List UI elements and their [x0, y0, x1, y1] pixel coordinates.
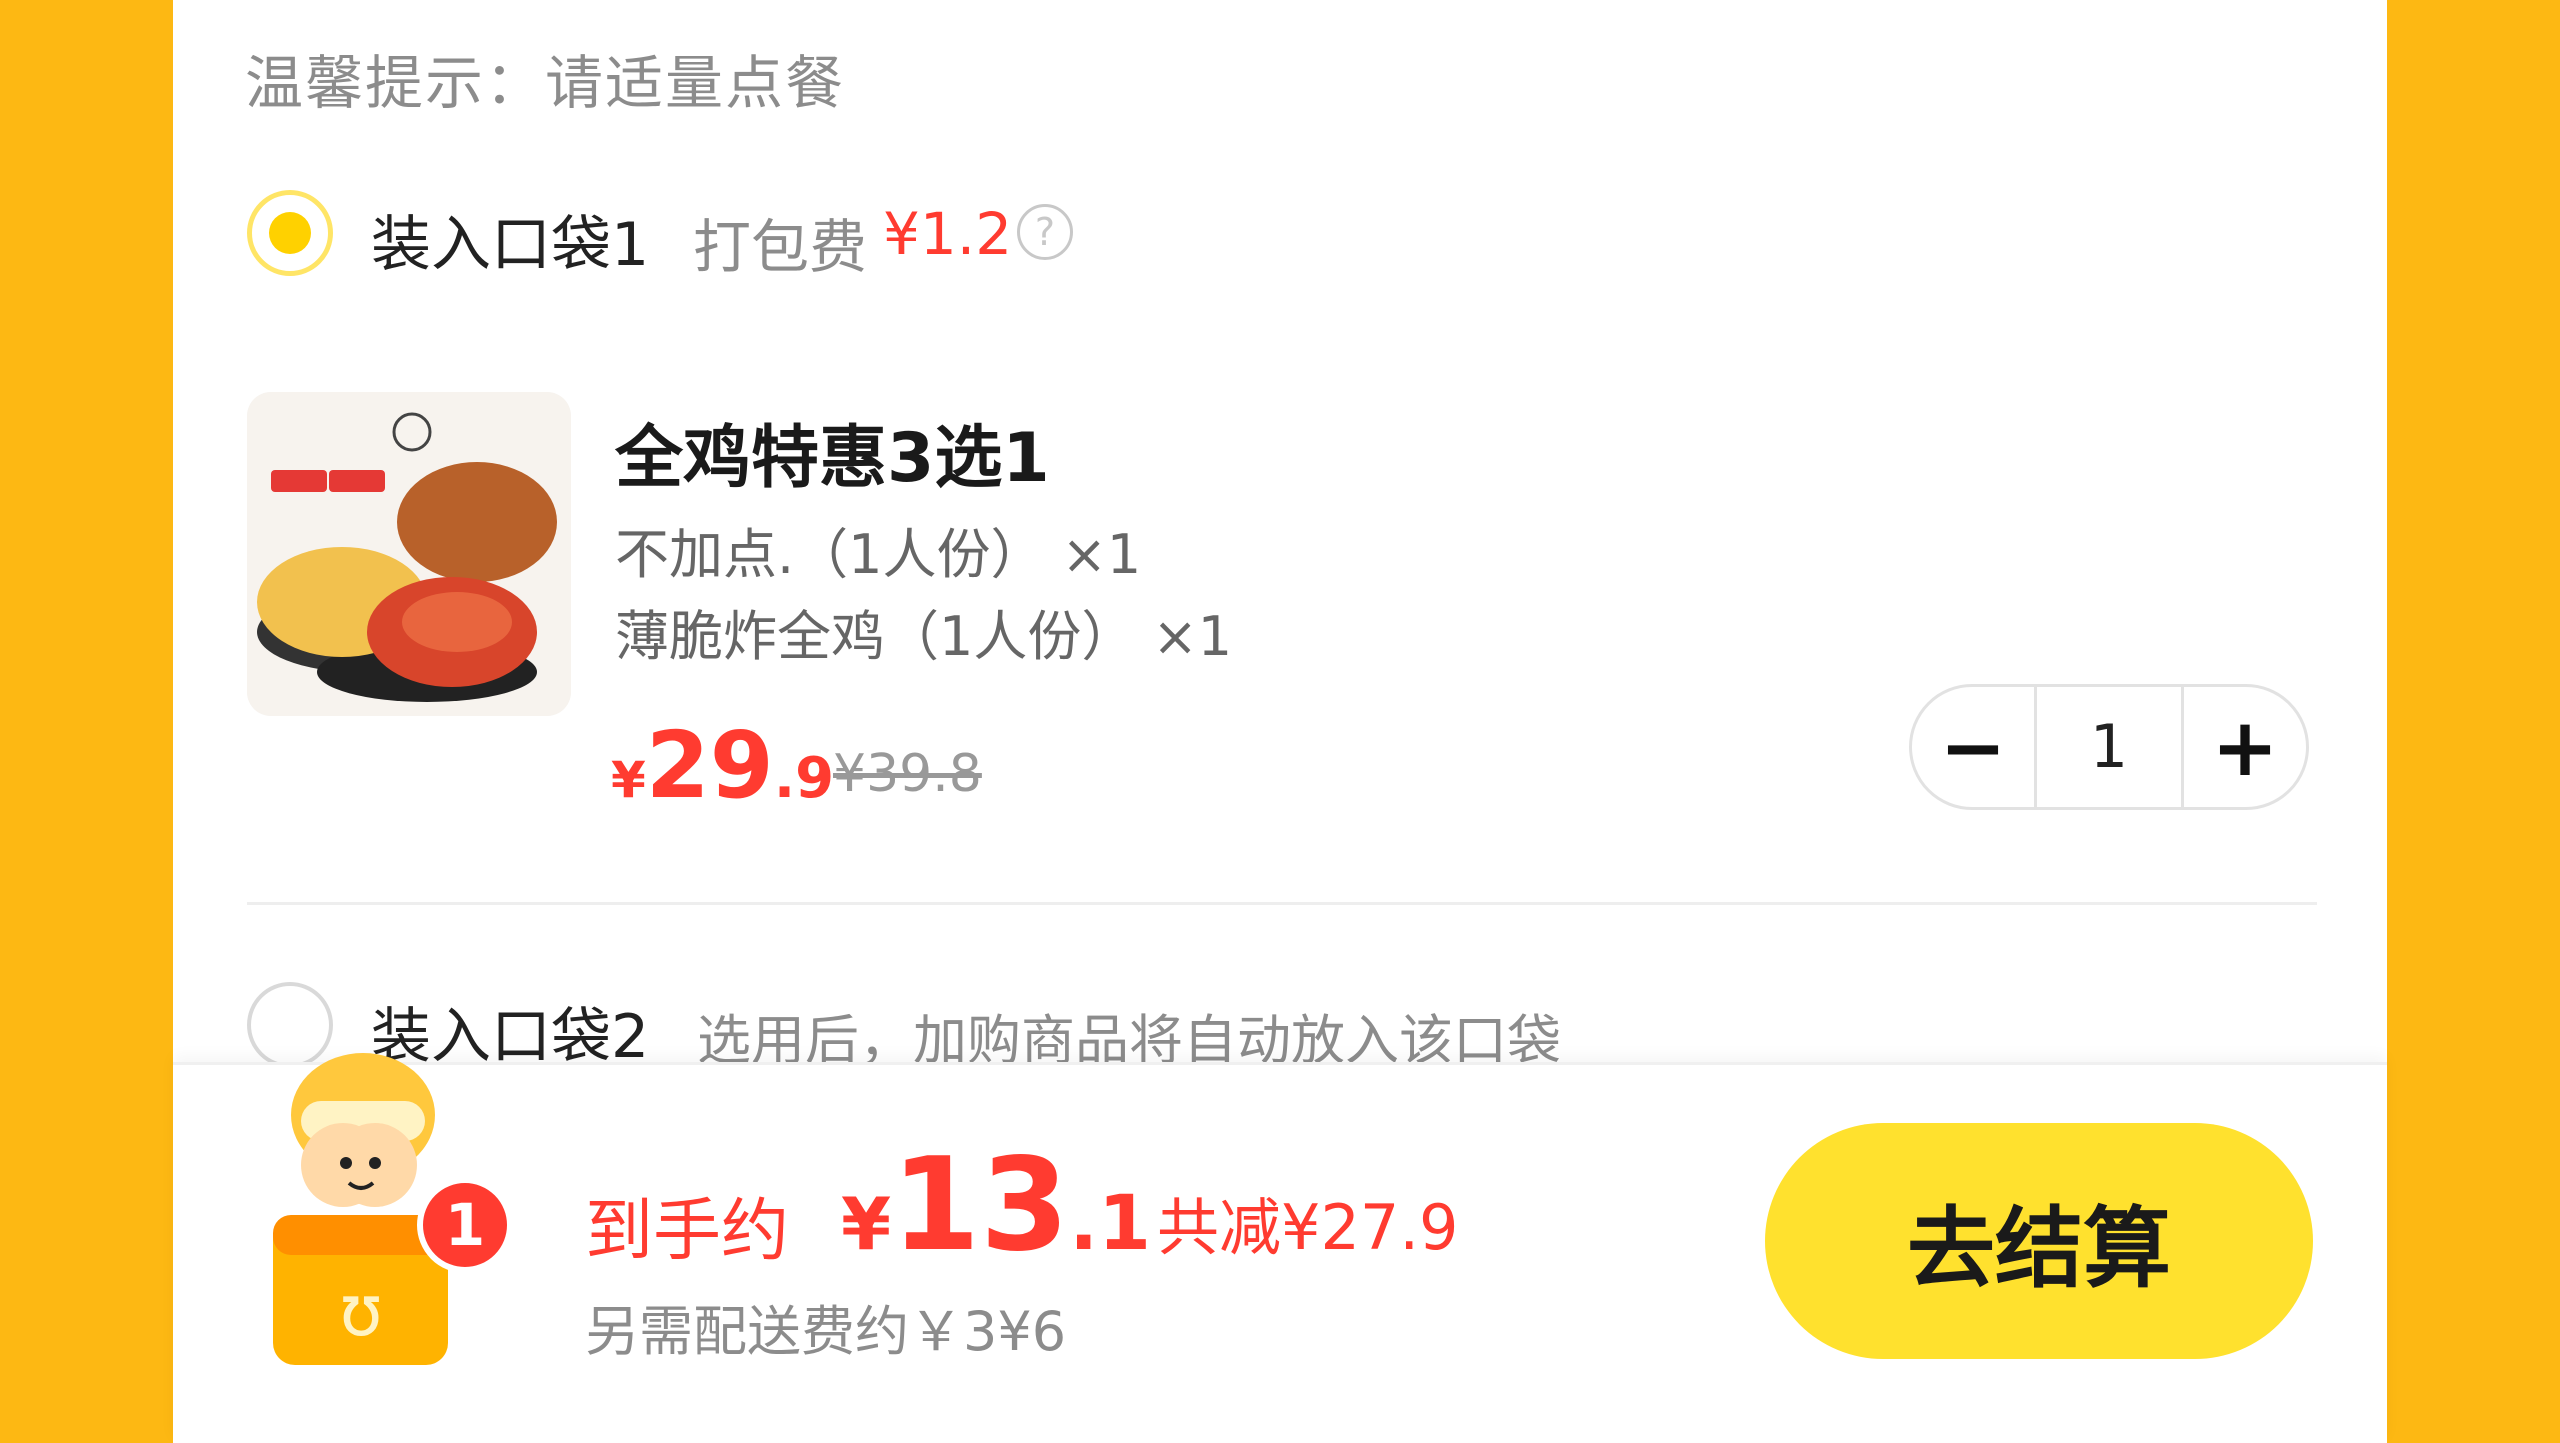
pack-fee-label: 打包费: [693, 213, 868, 281]
bag1-label: 装入口袋1: [371, 210, 650, 280]
quantity-stepper: − 1 +: [1909, 684, 2309, 810]
decrease-button[interactable]: −: [1912, 687, 2034, 807]
question-circle-icon[interactable]: ?: [1017, 204, 1073, 260]
product-option: 不加点.（1人份） ×1: [615, 523, 1142, 586]
estimate-integer: 13: [891, 1131, 1070, 1280]
cart-panel: 温馨提示：请适量点餐 装入口袋1 打包费 ¥1.2 ? 全鸡特惠3选1 不加点.…: [173, 0, 2387, 1443]
cart-count-badge: 1: [417, 1177, 513, 1273]
divider: [247, 902, 2317, 905]
checkout-bar: ʊ 1 到手约 ¥13.1 共减¥27.9 另需配送费约￥3¥6 去结算: [173, 1053, 2387, 1443]
quantity-value: 1: [2034, 687, 2184, 807]
estimate-label: 到手约: [585, 1192, 790, 1271]
estimate-price: ¥13.1: [841, 1131, 1151, 1280]
bag1-radio[interactable]: [247, 190, 333, 276]
estimate-decimal: .1: [1069, 1178, 1151, 1267]
checkout-button[interactable]: 去结算: [1765, 1123, 2313, 1359]
product-image[interactable]: [247, 392, 571, 716]
price-currency: ¥: [611, 751, 646, 809]
delivery-fee: 另需配送费约￥3¥6: [585, 1300, 1067, 1363]
product-price: ¥29.9: [611, 712, 834, 819]
pack-fee-price: ¥1.2: [883, 200, 1013, 268]
product-name: 全鸡特惠3选1: [615, 419, 1050, 498]
increase-button[interactable]: +: [2184, 687, 2306, 807]
price-integer: 29: [645, 712, 774, 819]
discount-total: 共减¥27.9: [1157, 1191, 1459, 1264]
tip-text: 温馨提示：请适量点餐: [245, 49, 846, 117]
product-option: 薄脆炸全鸡（1人份） ×1: [615, 605, 1233, 668]
original-price: ¥39.8: [833, 744, 982, 804]
roast-chicken-thumbnail: [247, 392, 571, 716]
svg-text:ʊ: ʊ: [339, 1270, 382, 1352]
price-decimal: .9: [773, 746, 835, 811]
estimate-currency: ¥: [841, 1182, 892, 1266]
